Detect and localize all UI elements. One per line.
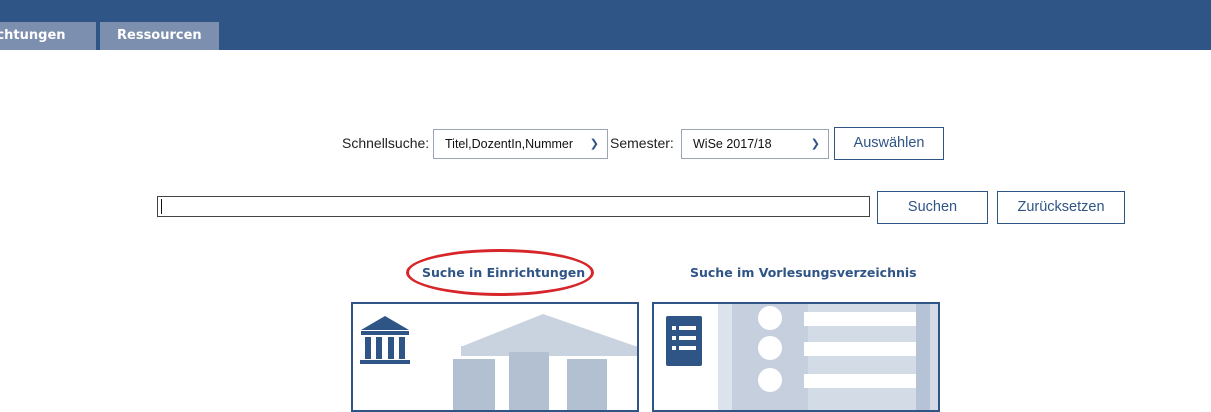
semester-select[interactable]: WiSe 2017/18 ❯ [681, 129, 829, 159]
quicksearch-select[interactable]: Titel,DozentIn,Nummer ❯ [433, 129, 608, 159]
list-illustration [666, 304, 938, 410]
tab-einrichtungen[interactable]: ichtungen [0, 22, 96, 50]
select-button[interactable]: Auswählen [834, 127, 944, 160]
text-caret [161, 199, 162, 214]
list-icon [666, 316, 702, 366]
institution-icon [360, 316, 410, 364]
building-illustration [360, 314, 637, 410]
quicksearch-label: Schnellsuche: [342, 135, 430, 151]
chevron-down-icon: ❯ [589, 138, 599, 150]
quicksearch-selected-value: Titel,DozentIn,Nummer [445, 137, 574, 151]
einrichtungen-card[interactable] [351, 302, 639, 412]
semester-label: Semester: [610, 135, 674, 151]
search-button[interactable]: Suchen [877, 191, 988, 224]
chevron-down-icon: ❯ [810, 138, 820, 150]
vorlesungsverzeichnis-card[interactable] [652, 302, 940, 412]
search-input[interactable] [157, 196, 870, 217]
tab-ressourcen[interactable]: Ressourcen [100, 22, 219, 50]
heading-vorlesungsverzeichnis[interactable]: Suche im Vorlesungsverzeichnis [690, 265, 917, 280]
semester-selected-value: WiSe 2017/18 [693, 137, 772, 151]
reset-button[interactable]: Zurücksetzen [997, 191, 1125, 224]
top-nav-bar: ichtungen Ressourcen [0, 0, 1211, 50]
highlight-circle [406, 249, 594, 296]
